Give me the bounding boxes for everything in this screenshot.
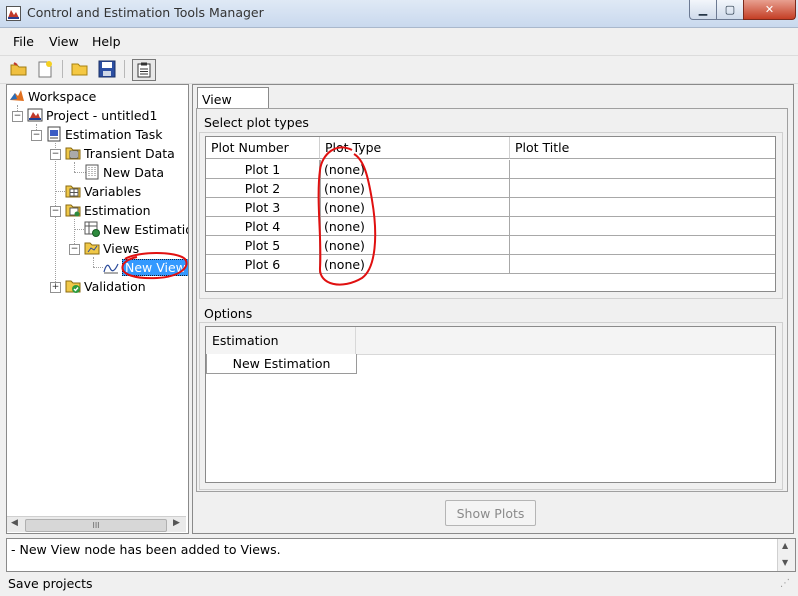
column-header[interactable]: Estimation xyxy=(206,327,356,354)
tree-node-estimation-task[interactable]: Estimation Task xyxy=(46,125,163,143)
status-bar-text: Save projects xyxy=(8,576,93,591)
tab-view-setup[interactable]: View Setup xyxy=(197,87,269,122)
tree-connector xyxy=(93,257,94,267)
maximize-button[interactable]: ▢ xyxy=(716,0,744,20)
collapse-icon[interactable]: − xyxy=(69,244,80,255)
status-message: - New View node has been added to Views. xyxy=(11,542,281,557)
section-label-options: Options xyxy=(204,306,253,321)
window-title: Control and Estimation Tools Manager xyxy=(27,5,264,20)
tree-node-new-data[interactable]: New Data xyxy=(84,163,164,181)
toolbar-separator xyxy=(62,60,63,78)
close-button[interactable]: ✕ xyxy=(743,0,796,20)
column-header[interactable]: Plot Number xyxy=(206,137,320,159)
estimation-icon xyxy=(84,221,100,237)
toolbar xyxy=(0,55,798,84)
plot-title-cell[interactable] xyxy=(510,255,775,274)
section-label-select-plot-types: Select plot types xyxy=(204,115,309,130)
variables-folder-icon xyxy=(65,185,81,198)
minimize-button[interactable]: ▁ xyxy=(689,0,717,20)
status-vertical-scrollbar[interactable]: ▲ ▼ xyxy=(777,539,795,571)
tree-node-project[interactable]: Project - untitled1 xyxy=(27,106,157,124)
estimation-folder-icon xyxy=(65,204,81,217)
resize-grip-icon[interactable]: ⋰ xyxy=(780,578,790,589)
data-table-icon xyxy=(85,164,99,180)
plot-title-cell[interactable] xyxy=(510,179,775,198)
plot-number-cell[interactable]: Plot 4 xyxy=(206,217,320,236)
plot-number-cell[interactable]: Plot 2 xyxy=(206,179,320,198)
app-icon xyxy=(6,6,21,21)
tree-label: Variables xyxy=(84,183,142,199)
scroll-left-icon[interactable]: ◀ xyxy=(11,518,18,528)
options-cell[interactable]: New Estimation xyxy=(206,354,357,374)
plot-title-cell[interactable] xyxy=(510,217,775,236)
scroll-up-icon[interactable]: ▲ xyxy=(782,541,788,550)
views-folder-icon xyxy=(84,242,100,255)
tree-node-variables[interactable]: Variables xyxy=(65,182,141,200)
title-bar: Control and Estimation Tools Manager ▁ ▢… xyxy=(0,0,798,28)
collapse-icon[interactable]: − xyxy=(31,130,42,141)
new-project-icon[interactable] xyxy=(35,59,55,79)
matlab-icon xyxy=(10,90,24,101)
expand-icon[interactable]: + xyxy=(50,282,61,293)
tree-node-transient-data[interactable]: Transient Data xyxy=(65,144,175,162)
collapse-icon[interactable]: − xyxy=(50,149,61,160)
plot-types-table: Plot Number Plot Type Plot Title Plot 1(… xyxy=(205,136,776,292)
tree-label: New Estimation xyxy=(103,221,188,237)
annotation-circle xyxy=(121,252,188,280)
tree-label: New Data xyxy=(103,164,165,180)
tree-label: Workspace xyxy=(28,88,97,104)
menu-bar: File View Help xyxy=(0,30,798,52)
menu-view[interactable]: View xyxy=(49,34,79,49)
tree-label: Transient Data xyxy=(84,145,175,161)
plot-title-cell[interactable] xyxy=(510,236,775,255)
show-plots-button[interactable]: Show Plots xyxy=(445,500,536,526)
tree-connector xyxy=(74,162,75,172)
tree-horizontal-scrollbar[interactable]: ◀ III ▶ xyxy=(7,516,186,532)
annotation-circle xyxy=(317,146,377,286)
collapse-icon[interactable]: − xyxy=(50,206,61,217)
scroll-thumb[interactable]: III xyxy=(25,519,167,532)
data-folder-icon xyxy=(65,147,81,160)
menu-file[interactable]: File xyxy=(13,34,34,49)
scroll-right-icon[interactable]: ▶ xyxy=(173,518,180,528)
task-icon xyxy=(47,126,61,142)
tree-label: Estimation Task xyxy=(65,126,163,142)
project-tree: Workspace − Project - untitled1 − Estima… xyxy=(6,84,189,534)
tree-label: Estimation xyxy=(84,202,151,218)
save-icon[interactable] xyxy=(97,59,117,79)
validation-folder-icon xyxy=(65,280,81,293)
status-bar: Save projects ⋰ xyxy=(0,574,798,596)
tree-connector xyxy=(93,267,103,268)
plot-number-cell[interactable]: Plot 5 xyxy=(206,236,320,255)
plot-title-cell[interactable] xyxy=(510,160,775,179)
collapse-icon[interactable]: − xyxy=(12,111,23,122)
options-table: Estimation New Estimation xyxy=(205,326,776,483)
tree-node-new-estimation[interactable]: New Estimation xyxy=(84,220,188,238)
plot-title-cell[interactable] xyxy=(510,198,775,217)
clipboard-icon[interactable] xyxy=(132,59,156,81)
scroll-down-icon[interactable]: ▼ xyxy=(782,558,788,567)
plot-number-cell[interactable]: Plot 3 xyxy=(206,198,320,217)
column-header[interactable]: Plot Title xyxy=(510,137,775,159)
status-message-area: - New View node has been added to Views.… xyxy=(6,538,796,572)
open-project-icon[interactable] xyxy=(9,59,29,79)
plot-number-cell[interactable]: Plot 6 xyxy=(206,255,320,274)
tree-node-workspace[interactable]: Workspace xyxy=(9,87,96,105)
project-icon xyxy=(27,108,43,122)
tree-node-estimation[interactable]: Estimation xyxy=(65,201,151,219)
menu-help[interactable]: Help xyxy=(92,34,121,49)
tree-label: Project - untitled1 xyxy=(46,107,158,123)
toolbar-separator xyxy=(124,60,125,78)
plot-number-cell[interactable]: Plot 1 xyxy=(206,160,320,179)
open-folder-icon[interactable] xyxy=(70,59,90,79)
